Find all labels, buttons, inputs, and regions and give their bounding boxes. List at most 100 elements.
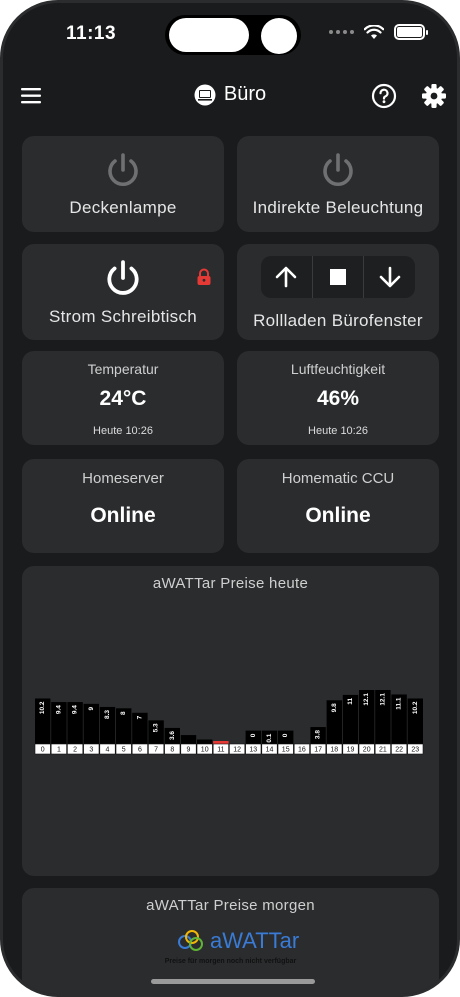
bar-value-label: 8.3 bbox=[104, 710, 111, 719]
phone-screen: 11:13 Büro Deckenlampe Indirekte Beleuch… bbox=[0, 0, 460, 997]
hour-tick-label: 12 bbox=[233, 747, 241, 754]
gear-icon[interactable] bbox=[421, 83, 447, 109]
bar-value-label: 11 bbox=[347, 698, 354, 705]
tile-label: Rollladen Bürofenster bbox=[253, 311, 423, 330]
hour-tick-label: 5 bbox=[122, 747, 126, 754]
island-dot bbox=[261, 18, 297, 54]
shutter-stop-button[interactable] bbox=[313, 256, 365, 298]
chart-card-today: aWATTar Preise heute 10.2 0 9.4 1 9.4 2 9 3 8.3 4… bbox=[22, 566, 439, 876]
hour-tick-label: 19 bbox=[347, 747, 355, 754]
battery-icon bbox=[394, 24, 428, 40]
stop-icon bbox=[330, 269, 346, 285]
hour-tick-label: 11 bbox=[217, 747, 224, 754]
power-icon bbox=[323, 153, 353, 187]
sensor-title: Luftfeuchtigkeit bbox=[290, 361, 386, 377]
hour-tick-label: 9 bbox=[187, 747, 191, 754]
page-title: Büro bbox=[223, 83, 267, 105]
bar-value-label: 7 bbox=[136, 715, 143, 719]
lock-icon bbox=[197, 268, 211, 285]
bar-value-label: 3.6 bbox=[169, 731, 176, 740]
hour-tick-label: 13 bbox=[249, 747, 257, 754]
server-title: Homematic CCU bbox=[281, 470, 395, 487]
sensor-title: Temperatur bbox=[87, 361, 159, 377]
arrow-down-icon bbox=[379, 266, 400, 288]
server-title: Homeserver bbox=[82, 470, 164, 487]
bar-value-label: 0 bbox=[250, 733, 257, 737]
status-bar: 11:13 bbox=[3, 3, 457, 65]
price-chart: 10.2 0 9.4 1 9.4 2 9 3 8.3 4 8 5 7 6 5.3 7 3.6 8 9 10 11 12 0 1… bbox=[34, 690, 424, 755]
hour-tick-label: 4 bbox=[106, 747, 110, 754]
sensor-value: 46% bbox=[316, 387, 360, 410]
bar-value-label: 9 bbox=[88, 706, 95, 710]
shutter-down-button[interactable] bbox=[364, 256, 415, 298]
hour-tick-label: 14 bbox=[266, 747, 274, 754]
home-indicator[interactable] bbox=[151, 979, 315, 984]
bar-value-label: 11.1 bbox=[396, 697, 403, 710]
bar-value-label: 10.2 bbox=[412, 701, 419, 714]
awattar-logo-icon bbox=[178, 930, 203, 951]
hour-tick-label: 2 bbox=[73, 747, 77, 754]
bar-value-label: 12.1 bbox=[363, 693, 370, 706]
bar-value-label: 9.4 bbox=[55, 705, 62, 714]
sensor-temperatur[interactable]: Temperatur 24°C Heute 10:26 bbox=[22, 351, 224, 445]
tile-label: Deckenlampe bbox=[69, 198, 177, 217]
server-status: Online bbox=[90, 504, 156, 527]
current-hour-marker bbox=[213, 741, 229, 744]
wifi-icon bbox=[364, 24, 384, 39]
hour-tick-label: 21 bbox=[379, 747, 387, 754]
price-bar bbox=[180, 735, 197, 744]
hour-tick-label: 0 bbox=[41, 747, 45, 754]
hour-tick-label: 7 bbox=[154, 747, 158, 754]
awattar-logo-text: aWATTar bbox=[210, 928, 300, 953]
hour-tick-label: 15 bbox=[282, 747, 290, 754]
hour-tick-label: 20 bbox=[363, 747, 371, 754]
app-header: Büro bbox=[3, 73, 457, 121]
shutter-controls bbox=[261, 256, 415, 298]
tile-rollladen: Rollladen Bürofenster bbox=[237, 244, 439, 340]
tile-label: Indirekte Beleuchtung bbox=[252, 198, 424, 217]
tomorrow-note: Preise für morgen noch nicht verfügbar bbox=[164, 958, 297, 965]
status-homematic[interactable]: Homematic CCU Online bbox=[237, 459, 439, 553]
island-pill bbox=[169, 18, 249, 52]
tile-deckenlampe[interactable]: Deckenlampe bbox=[22, 136, 224, 232]
bar-value-label: 0.1 bbox=[266, 733, 273, 742]
status-homeserver[interactable]: Homeserver Online bbox=[22, 459, 224, 553]
bar-value-label: 9.4 bbox=[72, 705, 79, 714]
chart-title: aWATTar Preise morgen bbox=[146, 897, 315, 914]
hour-tick-label: 17 bbox=[314, 747, 322, 754]
sensor-value: 24°C bbox=[99, 387, 147, 410]
status-icons bbox=[329, 24, 428, 40]
tile-indirekte-beleuchtung[interactable]: Indirekte Beleuchtung bbox=[237, 136, 439, 232]
hour-tick-label: 22 bbox=[395, 747, 403, 754]
shutter-up-button[interactable] bbox=[261, 256, 313, 298]
bar-value-label: 0 bbox=[282, 733, 289, 737]
power-icon bbox=[107, 260, 139, 295]
tile-label: Strom Schreibtisch bbox=[48, 307, 198, 326]
bar-value-label: 8 bbox=[120, 711, 127, 715]
sensor-timestamp: Heute 10:26 bbox=[308, 425, 368, 437]
tile-strom-schreibtisch[interactable]: Strom Schreibtisch bbox=[22, 244, 224, 340]
hour-tick-label: 6 bbox=[138, 747, 142, 754]
hour-tick-label: 18 bbox=[330, 747, 338, 754]
computer-icon bbox=[194, 84, 216, 105]
arrow-up-icon bbox=[276, 266, 297, 288]
hour-tick-label: 16 bbox=[298, 747, 306, 754]
signal-icon bbox=[329, 30, 354, 34]
hour-tick-label: 8 bbox=[170, 747, 174, 754]
price-bar bbox=[197, 739, 213, 744]
hour-tick-label: 3 bbox=[89, 747, 93, 754]
bar-value-label: 12.1 bbox=[379, 693, 386, 706]
hour-tick-label: 1 bbox=[57, 747, 61, 754]
help-icon[interactable] bbox=[371, 83, 397, 109]
hour-tick-label: 23 bbox=[411, 747, 419, 754]
bar-value-label: 10.2 bbox=[39, 701, 46, 714]
bar-value-label: 3.8 bbox=[315, 730, 322, 739]
status-time: 11:13 bbox=[66, 23, 117, 44]
bar-value-label: 5.3 bbox=[153, 723, 160, 732]
power-icon bbox=[108, 153, 138, 187]
sensor-luftfeuchtigkeit[interactable]: Luftfeuchtigkeit 46% Heute 10:26 bbox=[237, 351, 439, 445]
bar-value-label: 9.8 bbox=[331, 703, 338, 712]
awattar-logo: aWATTar bbox=[176, 928, 299, 954]
hour-tick-label: 10 bbox=[201, 747, 209, 754]
sensor-timestamp: Heute 10:26 bbox=[93, 425, 153, 437]
